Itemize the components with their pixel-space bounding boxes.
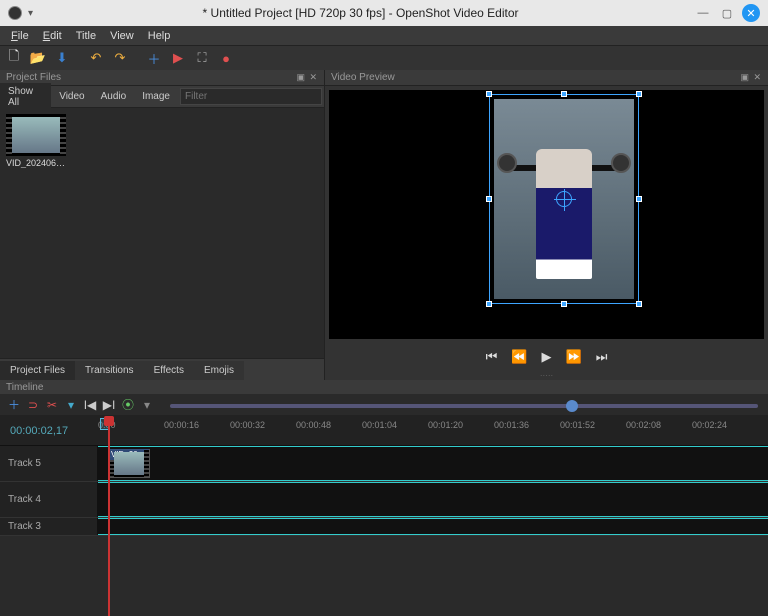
timeline-toolbar: ＋ ⊃ ✂ ▾ I◀ ▶I ⦿ ▾ — [0, 394, 768, 416]
track-header[interactable]: Track 4 — [0, 482, 98, 517]
track-header[interactable]: Track 5 — [0, 446, 98, 481]
filter-video[interactable]: Video — [51, 88, 92, 105]
timeline-header: Timeline — [0, 380, 768, 394]
play-icon[interactable]: ▶ — [542, 349, 552, 365]
zoom-knob[interactable] — [566, 400, 578, 412]
open-project-icon[interactable]: 📂 — [28, 48, 48, 68]
handle-bottom-right[interactable] — [636, 301, 642, 307]
ruler-tick: 00:00:32 — [230, 420, 265, 430]
project-files-label: Project Files — [6, 72, 61, 83]
track-label: Track 4 — [8, 494, 41, 505]
add-track-icon[interactable]: ＋ — [6, 397, 22, 413]
skip-end-icon[interactable]: ⏭ — [596, 349, 608, 365]
ruler-tick: 00:02:24 — [692, 420, 727, 430]
panel-controls-icon[interactable]: ▣ ✕ — [296, 72, 318, 83]
menubar: File Edit Title View Help — [0, 26, 768, 46]
menu-help[interactable]: Help — [141, 28, 178, 44]
track-lane[interactable]: VID_20... — [98, 446, 768, 481]
menu-title[interactable]: Title — [69, 28, 103, 44]
tab-transitions[interactable]: Transitions — [75, 361, 144, 380]
next-marker-icon[interactable]: ▶I — [101, 397, 117, 413]
transform-center-icon[interactable] — [556, 191, 572, 207]
snap-icon[interactable]: ⊃ — [25, 397, 41, 413]
ruler-tick: 00:00:48 — [296, 420, 331, 430]
video-preview[interactable] — [329, 90, 764, 339]
filter-bar: Show All Video Audio Image — [0, 86, 324, 108]
handle-bottom-center[interactable] — [561, 301, 567, 307]
save-project-icon[interactable]: ⬇ — [52, 48, 72, 68]
new-project-icon[interactable]: 🗋 — [4, 48, 24, 68]
handle-top-right[interactable] — [636, 91, 642, 97]
undo-icon[interactable]: ↶ — [86, 48, 106, 68]
video-preview-header: Video Preview ▣ ✕ — [325, 70, 768, 86]
razor-icon[interactable]: ✂ — [44, 397, 60, 413]
skip-start-icon[interactable]: ⏮ — [486, 349, 498, 365]
fast-forward-icon[interactable]: ⏩ — [566, 349, 582, 365]
filter-image[interactable]: Image — [134, 88, 178, 105]
transform-selection[interactable] — [489, 94, 639, 304]
handle-top-center[interactable] — [561, 91, 567, 97]
app-logo-icon — [8, 6, 22, 20]
timeline-label: Timeline — [6, 382, 43, 393]
zoom-slider[interactable] — [170, 404, 758, 408]
timeline-clip[interactable]: VID_20... — [108, 449, 150, 478]
ruler-tick: 00:02:08 — [626, 420, 661, 430]
handle-top-left[interactable] — [486, 91, 492, 97]
menu-view[interactable]: View — [103, 28, 141, 44]
ruler-tick: 00:00:16 — [164, 420, 199, 430]
track-label: Track 3 — [8, 521, 41, 532]
fullscreen-icon[interactable]: ⛶ — [192, 48, 212, 68]
ruler-tick: 00:01:52 — [560, 420, 595, 430]
file-thumbnail-icon — [6, 114, 66, 156]
track-lane[interactable] — [98, 482, 768, 517]
profile-icon[interactable]: ▶ — [168, 48, 188, 68]
timeline-more-icon[interactable]: ▾ — [139, 397, 155, 413]
left-tabs: Project Files Transitions Effects Emojis — [0, 358, 324, 380]
close-button[interactable]: ✕ — [742, 4, 760, 22]
filter-input[interactable] — [180, 88, 322, 105]
track-5: Track 5 VID_20... — [0, 446, 768, 482]
timeline-tracks: Track 5 VID_20... Track 4 Track 3 — [0, 446, 768, 536]
timecode-display[interactable]: 00:00:02,17 — [0, 425, 98, 437]
ruler-tick: 00:01:36 — [494, 420, 529, 430]
redo-icon[interactable]: ↷ — [110, 48, 130, 68]
maximize-button[interactable]: ▢ — [718, 4, 736, 22]
menu-file[interactable]: File — [4, 28, 36, 44]
playhead[interactable] — [108, 416, 110, 616]
main-toolbar: 🗋 📂 ⬇ ↶ ↷ ＋ ▶ ⛶ ● — [0, 46, 768, 70]
export-icon[interactable]: ● — [216, 48, 236, 68]
handle-mid-right[interactable] — [636, 196, 642, 202]
titlebar: ▾ * Untitled Project [HD 720p 30 fps] - … — [0, 0, 768, 26]
import-files-icon[interactable]: ＋ — [144, 48, 164, 68]
file-name-label: VID_202406231... — [6, 158, 66, 168]
filter-audio[interactable]: Audio — [93, 88, 135, 105]
center-playhead-icon[interactable]: ⦿ — [120, 397, 136, 413]
track-header[interactable]: Track 3 — [0, 518, 98, 535]
track-label: Track 5 — [8, 458, 41, 469]
ruler-tick: 00:01:04 — [362, 420, 397, 430]
track-4: Track 4 — [0, 482, 768, 518]
splitter-handle[interactable]: ····· — [325, 371, 768, 380]
prev-marker-icon[interactable]: I◀ — [82, 397, 98, 413]
minimize-button[interactable]: — — [694, 4, 712, 22]
preview-controls-icon[interactable]: ▣ ✕ — [740, 72, 762, 83]
timeline-ruler[interactable]: 00:00:02,17 0:0000:00:1600:00:3200:00:48… — [0, 416, 768, 446]
handle-mid-left[interactable] — [486, 196, 492, 202]
window-title: * Untitled Project [HD 720p 30 fps] - Op… — [33, 6, 688, 20]
track-lane[interactable] — [98, 518, 768, 535]
video-preview-label: Video Preview — [331, 72, 395, 83]
track-3: Track 3 — [0, 518, 768, 536]
marker-icon[interactable]: ▾ — [63, 397, 79, 413]
tab-emojis[interactable]: Emojis — [194, 361, 244, 380]
project-file-item[interactable]: VID_202406231... — [6, 114, 66, 168]
project-files-area[interactable]: VID_202406231... — [0, 108, 324, 358]
handle-bottom-left[interactable] — [486, 301, 492, 307]
menu-edit[interactable]: Edit — [36, 28, 69, 44]
rewind-icon[interactable]: ⏪ — [511, 349, 527, 365]
tab-effects[interactable]: Effects — [144, 361, 194, 380]
tab-project-files[interactable]: Project Files — [0, 361, 75, 380]
playback-controls: ⏮ ⏪ ▶ ⏩ ⏭ — [325, 343, 768, 371]
ruler-tick: 00:01:20 — [428, 420, 463, 430]
filter-show-all[interactable]: Show All — [0, 83, 51, 111]
